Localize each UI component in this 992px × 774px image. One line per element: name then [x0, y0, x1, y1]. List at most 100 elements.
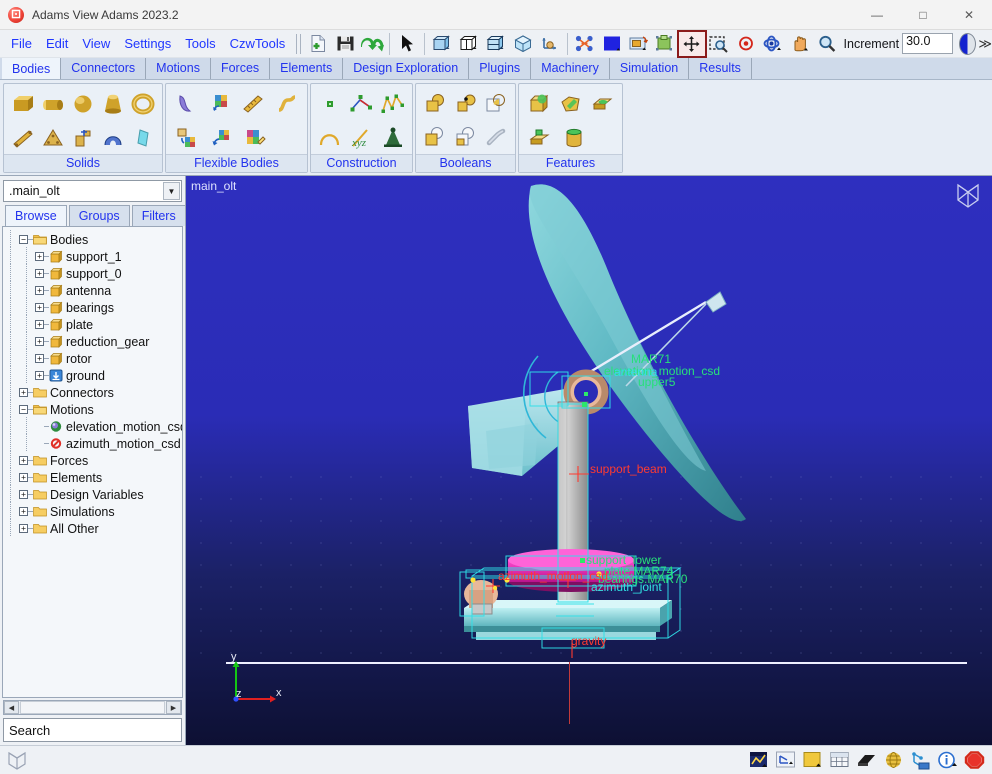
stop-button[interactable] — [962, 749, 986, 772]
display-settings-button[interactable] — [854, 749, 878, 772]
tab-elements[interactable]: Elements — [270, 57, 344, 79]
close-button[interactable]: ✕ — [946, 0, 992, 30]
tree-node[interactable]: + rotor — [3, 349, 182, 367]
tree-node[interactable]: + Connectors — [3, 383, 182, 401]
tree-node[interactable]: + support_0 — [3, 264, 182, 282]
model-viewport[interactable]: MAR71 elevation_motion_csd antenna upper… — [186, 176, 992, 745]
polyline-icon[interactable] — [346, 87, 376, 120]
feature-revolve-icon[interactable] — [557, 121, 590, 154]
flex-cable-icon[interactable] — [271, 87, 304, 120]
tree-node[interactable]: + Design Variables — [3, 485, 182, 503]
tree-expander[interactable]: + — [35, 371, 44, 380]
tree-node[interactable]: − Bodies — [3, 230, 182, 248]
minimize-button[interactable]: — — [854, 0, 900, 30]
arc-curve-icon[interactable] — [315, 121, 345, 154]
toggle-icons-button[interactable] — [572, 32, 598, 56]
rotate-view-button[interactable] — [760, 32, 786, 56]
construction-cone-icon[interactable] — [378, 121, 408, 154]
menu-view[interactable]: View — [75, 33, 117, 54]
torus-solid-icon[interactable] — [129, 87, 158, 120]
chevron-down-icon[interactable]: ▼ — [163, 182, 180, 200]
sidebar-tab-groups[interactable]: Groups — [68, 205, 130, 226]
information-button[interactable] — [935, 749, 959, 772]
model-topology-button[interactable] — [908, 749, 932, 772]
pan-view-button[interactable] — [787, 32, 813, 56]
scroll-track[interactable] — [20, 701, 165, 714]
render-globe-button[interactable] — [881, 749, 905, 772]
feature-fillet-icon[interactable] — [523, 87, 554, 120]
working-grid-button[interactable] — [537, 32, 563, 56]
table-editor-button[interactable] — [827, 749, 851, 772]
tree-node[interactable]: + Elements — [3, 468, 182, 486]
cursor-arrow-icon[interactable] — [394, 32, 420, 56]
model-tree[interactable]: − Bodies + support_1 + support_0 + antenna + bear… — [2, 226, 183, 698]
menu-edit[interactable]: Edit — [39, 33, 75, 54]
tree-node[interactable]: azimuth_motion_csd — [3, 434, 182, 452]
box-solid-icon[interactable] — [8, 87, 37, 120]
tree-expander[interactable]: + — [35, 269, 44, 278]
undo-redo-button[interactable] — [359, 32, 385, 56]
menu-czwtools[interactable]: CzwTools — [223, 33, 293, 54]
marker-point-icon[interactable] — [315, 87, 345, 120]
rigid-to-flex-swap-icon[interactable] — [170, 121, 203, 154]
tree-node[interactable]: + reduction_gear — [3, 332, 182, 350]
feature-hollow-icon[interactable] — [587, 87, 618, 120]
scroll-right-button[interactable]: ▶ — [166, 701, 181, 714]
tree-expander[interactable]: + — [35, 286, 44, 295]
toolbar-grip[interactable] — [296, 33, 302, 54]
shell-solid-icon[interactable] — [129, 121, 158, 154]
maximize-button[interactable]: □ — [900, 0, 946, 30]
tree-expander[interactable]: + — [19, 456, 28, 465]
tab-forces[interactable]: Forces — [210, 57, 271, 79]
plate-solid-icon[interactable] — [38, 121, 67, 154]
tree-expander[interactable]: + — [19, 388, 28, 397]
zoom-box-button[interactable] — [706, 32, 732, 56]
revolution-solid-icon[interactable] — [99, 121, 128, 154]
scroll-left-button[interactable]: ◀ — [4, 701, 19, 714]
flex-body-edit-icon[interactable] — [238, 121, 271, 154]
view-rotate-button[interactable] — [626, 32, 652, 56]
model-selector[interactable]: .main_olt ▼ — [3, 180, 182, 202]
tab-design-exploration[interactable]: Design Exploration — [343, 57, 470, 79]
sphere-solid-icon[interactable] — [68, 87, 97, 120]
zoom-view-button[interactable] — [814, 32, 840, 56]
search-input[interactable]: Search — [3, 718, 182, 742]
boolean-unite-icon[interactable] — [420, 87, 450, 120]
render-mode-button[interactable] — [510, 32, 536, 56]
tree-expander[interactable]: + — [19, 490, 28, 499]
flex-body-create-icon[interactable] — [170, 87, 203, 120]
tab-connectors[interactable]: Connectors — [61, 57, 147, 79]
tree-node[interactable]: + support_1 — [3, 247, 182, 265]
cylinder-solid-icon[interactable] — [38, 87, 67, 120]
tree-expander[interactable]: + — [35, 354, 44, 363]
tab-plugins[interactable]: Plugins — [469, 57, 532, 79]
menu-file[interactable]: File — [4, 33, 39, 54]
postprocessing-button[interactable] — [746, 749, 770, 772]
increment-input[interactable]: 30.0 — [902, 33, 954, 54]
view-orientation-cube-icon[interactable] — [954, 180, 982, 210]
tree-expander[interactable]: + — [35, 303, 44, 312]
tree-node[interactable]: + ground — [3, 366, 182, 384]
link-solid-icon[interactable] — [8, 121, 37, 154]
fit-view-button[interactable] — [652, 32, 678, 56]
tree-node[interactable]: + All Other — [3, 519, 182, 537]
background-color-button[interactable] — [599, 32, 625, 56]
tab-results[interactable]: Results — [689, 57, 752, 79]
sidebar-tab-filters[interactable]: Filters — [131, 205, 186, 226]
tree-node[interactable]: + antenna — [3, 281, 182, 299]
tree-node[interactable]: − Motions — [3, 400, 182, 418]
extrusion-solid-icon[interactable] — [68, 121, 97, 154]
animation-button[interactable] — [773, 749, 797, 772]
feature-chamfer-icon[interactable] — [555, 87, 586, 120]
csys-xyz-icon[interactable]: xyz — [346, 121, 376, 154]
tree-node[interactable]: elevation_motion_csd — [3, 417, 182, 435]
tree-node[interactable]: + plate — [3, 315, 182, 333]
tree-node[interactable]: + Forces — [3, 451, 182, 469]
tab-simulation[interactable]: Simulation — [609, 57, 690, 79]
beam-flex-icon[interactable] — [237, 87, 270, 120]
translate-view-button[interactable] — [676, 29, 707, 58]
menu-tools[interactable]: Tools — [178, 33, 222, 54]
tree-expander[interactable]: − — [19, 235, 28, 244]
tree-expander[interactable]: + — [19, 473, 28, 482]
tree-node[interactable]: + bearings — [3, 298, 182, 316]
